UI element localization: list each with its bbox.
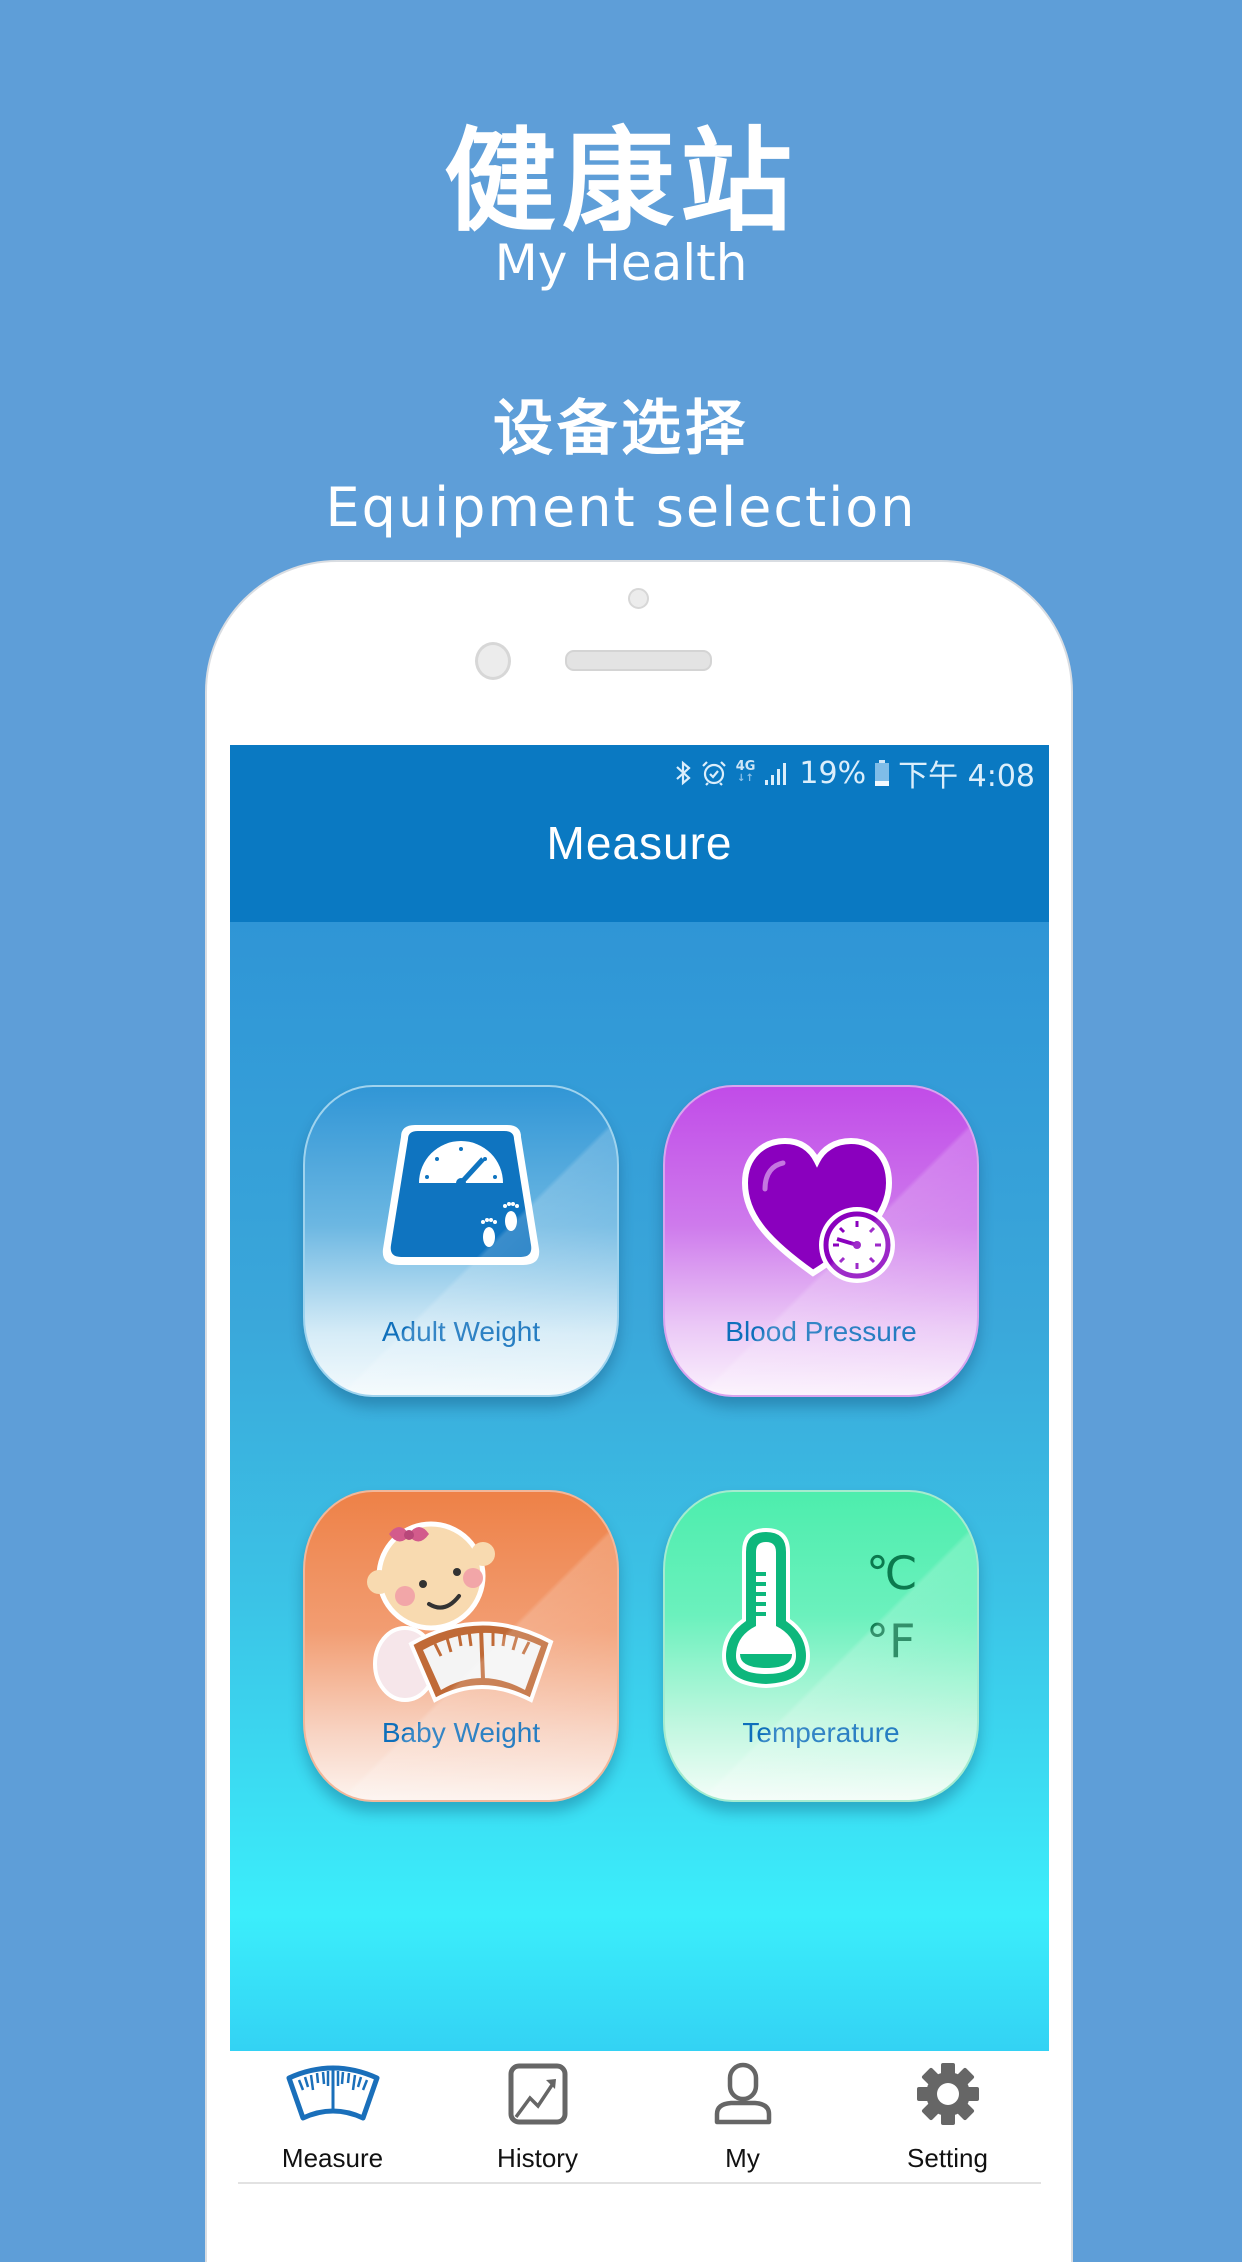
nav-item-history[interactable]: History (435, 2051, 640, 2181)
tile-label: Adult Weight (381, 1316, 541, 1347)
tile-temperature[interactable]: ℃ °F Temperature (663, 1490, 979, 1802)
phone-camera (628, 588, 649, 609)
nav-item-my[interactable]: My (640, 2051, 845, 2181)
4g-icon: 4G ↓↑ (735, 759, 756, 784)
gear-icon (845, 2061, 1049, 2127)
phone-sensor (475, 642, 511, 680)
bluetooth-icon (674, 760, 692, 786)
promo-title-cn: 健康站 (444, 117, 798, 247)
baby-scale-icon (305, 1521, 617, 1703)
alarm-icon (700, 759, 728, 787)
device-grid: Adult Weight Blood Pressure Baby Weight … (230, 922, 1049, 2051)
nav-divider (238, 2182, 1041, 2184)
status-bar: 4G ↓↑ 19% 下午 4:08 (674, 753, 1035, 794)
promo-subtitle-cn: 设备选择 (493, 394, 749, 464)
nav-item-measure[interactable]: Measure (230, 2051, 435, 2181)
promo-subtitle-en: Equipment selection (325, 476, 917, 539)
fahrenheit-unit: °F (866, 1614, 916, 1668)
scale-dial-icon (230, 2061, 435, 2127)
tile-label: Blood Pressure (725, 1316, 917, 1347)
tile-label: Temperature (742, 1717, 900, 1748)
nav-label: Measure (281, 2143, 384, 2173)
page-title: Measure (546, 817, 733, 869)
tile-blood-pressure[interactable]: Blood Pressure (663, 1085, 979, 1397)
battery-percent: 19% (799, 755, 867, 791)
heart-gauge-icon (665, 1117, 977, 1297)
tile-adult-weight[interactable]: Adult Weight (303, 1085, 619, 1397)
phone-screen: 4G ↓↑ 19% 下午 4:08 Measure Adult Weight B… (230, 745, 1049, 2208)
network-type: 4G (735, 759, 756, 774)
nav-label: History (497, 2143, 578, 2173)
trend-chart-icon (435, 2061, 640, 2127)
battery-icon (874, 759, 890, 787)
promo-title-en: My Health (494, 234, 748, 292)
thermometer-icon: ℃ °F (665, 1522, 977, 1702)
phone-speaker (565, 650, 712, 671)
user-icon (640, 2061, 845, 2127)
clock: 下午 4:08 (898, 759, 1035, 794)
tile-baby-weight[interactable]: Baby Weight (303, 1490, 619, 1802)
celsius-unit: ℃ (866, 1546, 918, 1600)
nav-label: My (725, 2143, 760, 2173)
bathroom-scale-icon (305, 1117, 617, 1297)
bottom-nav: Measure History My Setting (230, 2051, 1049, 2185)
nav-label: Setting (907, 2143, 988, 2173)
signal-icon (763, 760, 791, 786)
nav-item-setting[interactable]: Setting (845, 2051, 1049, 2181)
app-header: 4G ↓↑ 19% 下午 4:08 Measure (230, 745, 1049, 922)
tile-label: Baby Weight (381, 1717, 541, 1748)
